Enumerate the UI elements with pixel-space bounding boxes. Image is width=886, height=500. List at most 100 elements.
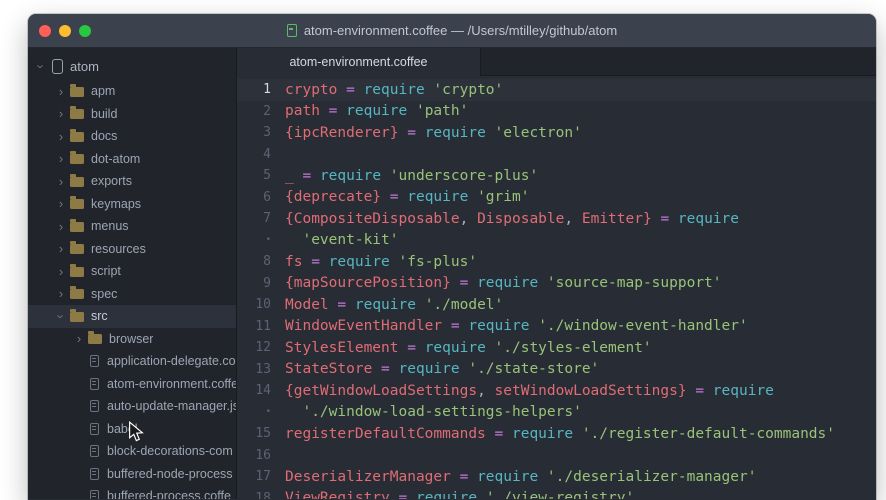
- tree-item-menus[interactable]: ›menus: [28, 215, 236, 238]
- code-row[interactable]: 3{ipcRenderer} = require 'electron': [237, 122, 876, 144]
- chevron-right-icon[interactable]: ›: [54, 264, 68, 279]
- tree-item-exports[interactable]: ›exports: [28, 170, 236, 193]
- tree-item-spec[interactable]: ›spec: [28, 283, 236, 306]
- code-row[interactable]: 14{getWindowLoadSettings, setWindowLoadS…: [237, 380, 876, 402]
- folder-icon: [70, 199, 84, 209]
- code-row[interactable]: 8fs = require 'fs-plus': [237, 251, 876, 273]
- code-token: require: [329, 254, 399, 270]
- tree-item-label: build: [91, 107, 117, 121]
- tree-item-dot-atom[interactable]: ›dot-atom: [28, 148, 236, 171]
- window-title: atom-environment.coffee — /Users/mtilley…: [304, 23, 617, 38]
- wrap-indicator[interactable]: •: [237, 407, 271, 417]
- chevron-right-icon[interactable]: ›: [54, 196, 68, 211]
- chevron-right-icon[interactable]: ›: [54, 106, 68, 121]
- tree-item-label: browser: [109, 332, 153, 346]
- code-row[interactable]: 2path = require 'path': [237, 101, 876, 123]
- code-row[interactable]: 10Model = require './model': [237, 294, 876, 316]
- tree-item-keymaps[interactable]: ›keymaps: [28, 193, 236, 216]
- code-row[interactable]: • 'event-kit': [237, 230, 876, 252]
- code-row[interactable]: 1crypto = require 'crypto': [237, 79, 876, 101]
- line-number[interactable]: 14: [237, 383, 271, 398]
- tree-item-application-delegate-co[interactable]: ›application-delegate.co: [28, 350, 236, 373]
- line-number[interactable]: 16: [237, 448, 271, 463]
- chevron-right-icon[interactable]: ›: [54, 286, 68, 301]
- window-body: › atom ›apm›build›docs›dot-atom›exports›…: [28, 48, 876, 499]
- tree-item-auto-update-manager-js[interactable]: ›auto-update-manager.js: [28, 395, 236, 418]
- code-row[interactable]: 15registerDefaultCommands = require './r…: [237, 423, 876, 445]
- code-row[interactable]: 9{mapSourcePosition} = require 'source-m…: [237, 273, 876, 295]
- code-token: './state-store': [468, 361, 599, 377]
- chevron-right-icon[interactable]: ›: [54, 174, 68, 189]
- tree-item-resources[interactable]: ›resources: [28, 238, 236, 261]
- code-token: {deprecate}: [285, 189, 390, 205]
- editor[interactable]: 1crypto = require 'crypto'2path = requir…: [237, 76, 876, 499]
- tree-item-atom-environment-coffe[interactable]: ›atom-environment.coffe: [28, 373, 236, 396]
- line-number[interactable]: 10: [237, 297, 271, 312]
- line-number[interactable]: 13: [237, 362, 271, 377]
- tree-item-apm[interactable]: ›apm: [28, 80, 236, 103]
- zoom-button[interactable]: [79, 25, 91, 37]
- chevron-right-icon[interactable]: ›: [54, 219, 68, 234]
- tree-view-sidebar: › atom ›apm›build›docs›dot-atom›exports›…: [28, 48, 237, 499]
- chevron-right-icon[interactable]: ›: [54, 241, 68, 256]
- tree-item-babel[interactable]: ›babel: [28, 418, 236, 441]
- code-row[interactable]: • './window-load-settings-helpers': [237, 402, 876, 424]
- code-token: Emitter}: [582, 211, 661, 227]
- line-number[interactable]: 18: [237, 491, 271, 499]
- code-row[interactable]: 12StylesElement = require './styles-elem…: [237, 337, 876, 359]
- project-root-label: atom: [70, 59, 99, 74]
- code-row[interactable]: 13 StateStore = require './state-store': [237, 359, 876, 381]
- tree-item-script[interactable]: ›script: [28, 260, 236, 283]
- line-number[interactable]: 2: [237, 104, 271, 119]
- code-row[interactable]: 18ViewRegistry = require './view-registr…: [237, 488, 876, 500]
- line-number[interactable]: 11: [237, 319, 271, 334]
- tab-atom-environment[interactable]: atom-environment.coffee: [237, 48, 481, 76]
- line-number[interactable]: 12: [237, 340, 271, 355]
- code-row[interactable]: 17DeserializerManager = require './deser…: [237, 466, 876, 488]
- chevron-right-icon[interactable]: ›: [72, 331, 86, 346]
- tree-item-block-decorations-com[interactable]: ›block-decorations-com: [28, 440, 236, 463]
- chevron-right-icon[interactable]: ›: [54, 129, 68, 144]
- wrap-indicator[interactable]: •: [237, 235, 271, 245]
- line-number[interactable]: 6: [237, 190, 271, 205]
- code-row[interactable]: 11WindowEventHandler = require './window…: [237, 316, 876, 338]
- minimize-button[interactable]: [59, 25, 71, 37]
- chevron-right-icon[interactable]: ›: [54, 84, 68, 99]
- tree-item-src[interactable]: ›src: [28, 305, 236, 328]
- tree-item-browser[interactable]: › browser: [28, 328, 236, 351]
- line-number[interactable]: 4: [237, 147, 271, 162]
- code-row[interactable]: 6{deprecate} = require 'grim': [237, 187, 876, 209]
- line-number[interactable]: 7: [237, 211, 271, 226]
- tree-item-label: application-delegate.co: [107, 354, 236, 368]
- line-number[interactable]: 17: [237, 469, 271, 484]
- code-token: setWindowLoadSettings}: [495, 383, 696, 399]
- line-number[interactable]: 5: [237, 168, 271, 183]
- chevron-down-icon[interactable]: ›: [54, 309, 69, 323]
- code-token: crypto: [285, 82, 346, 98]
- line-number[interactable]: 9: [237, 276, 271, 291]
- code-token: ViewRegistry: [285, 490, 399, 499]
- line-number[interactable]: 1: [237, 82, 271, 97]
- titlebar[interactable]: atom-environment.coffee — /Users/mtilley…: [28, 14, 876, 48]
- code-row[interactable]: 16: [237, 445, 876, 467]
- tree-item-buffered-process-coffe[interactable]: ›buffered-process.coffe: [28, 485, 236, 499]
- code-row[interactable]: 4: [237, 144, 876, 166]
- project-root[interactable]: › atom: [28, 53, 236, 80]
- code-row[interactable]: 7{CompositeDisposable, Disposable, Emitt…: [237, 208, 876, 230]
- chevron-down-icon[interactable]: ›: [34, 60, 49, 74]
- line-number[interactable]: 8: [237, 254, 271, 269]
- tree-item-buffered-node-process[interactable]: ›buffered-node-process: [28, 463, 236, 486]
- file-icon: [90, 378, 99, 390]
- line-number[interactable]: 15: [237, 426, 271, 441]
- code-token: 'fs-plus': [399, 254, 478, 270]
- close-button[interactable]: [39, 25, 51, 37]
- code-line: StateStore = require './state-store': [285, 361, 599, 377]
- tree-item-docs[interactable]: ›docs: [28, 125, 236, 148]
- code-token: require: [713, 383, 774, 399]
- folder-icon: [70, 267, 84, 277]
- chevron-right-icon[interactable]: ›: [54, 151, 68, 166]
- tree-item-build[interactable]: › build: [28, 103, 236, 126]
- code-row[interactable]: 5_ = require 'underscore-plus': [237, 165, 876, 187]
- line-number[interactable]: 3: [237, 125, 271, 140]
- code-token: 'crypto': [433, 82, 503, 98]
